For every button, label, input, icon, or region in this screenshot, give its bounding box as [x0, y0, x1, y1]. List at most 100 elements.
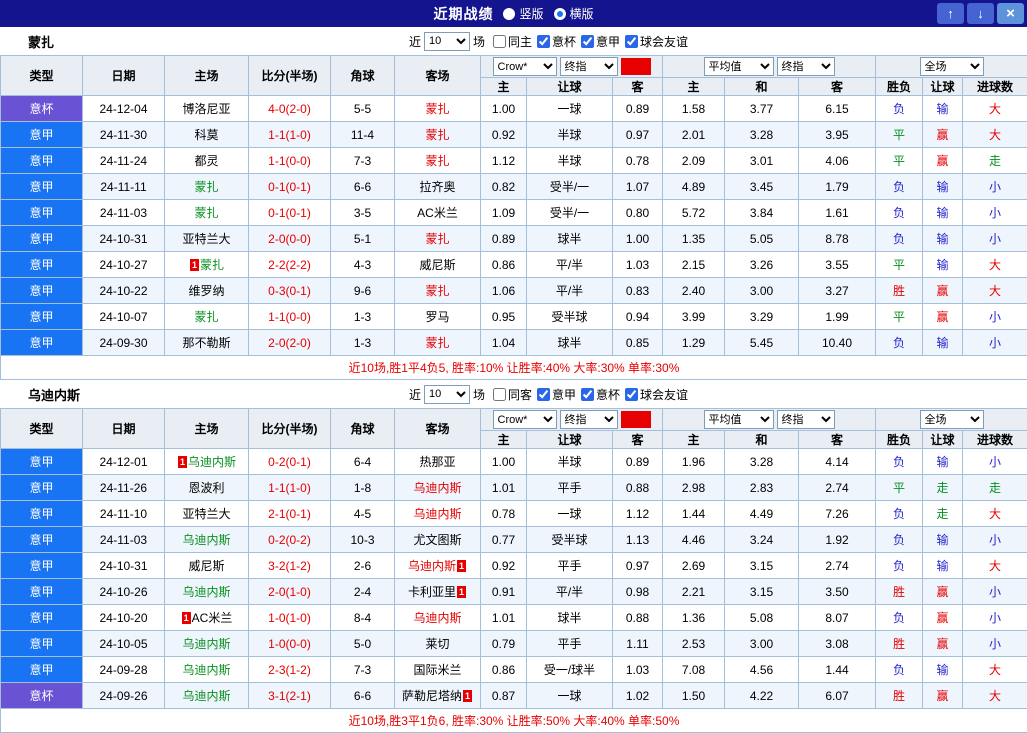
checkbox-input[interactable]	[625, 388, 638, 401]
results-table: 类型 日期 主场 比分(半场) 角球 客场 Crow* 终指 平均值 终指	[0, 55, 1027, 380]
match-row: 意甲24-11-03乌迪内斯0-2(0-2)10-3尤文图斯0.77受半球1.1…	[1, 527, 1027, 553]
match-count-select[interactable]: 10	[424, 385, 470, 404]
ah-line: 受半球	[527, 304, 613, 330]
eu-time-select[interactable]: 终指	[777, 410, 835, 429]
col-score: 比分(半场)	[249, 409, 331, 449]
match-row: 意甲24-11-03蒙扎0-1(0-1)3-5AC米兰1.09受半/一0.805…	[1, 200, 1027, 226]
summary-text: 近10场,胜3平1负6, 胜率:30% 让胜率:50% 大率:40% 单率:50…	[1, 709, 1027, 733]
ah-away-odds: 1.00	[613, 226, 663, 252]
eu-draw-odds: 3.26	[725, 252, 799, 278]
match-date: 24-09-26	[83, 683, 165, 709]
eu-draw-odds: 2.83	[725, 475, 799, 501]
home-team: 博洛尼亚	[165, 96, 249, 122]
layout-radio-option[interactable]: 竖版	[503, 5, 543, 22]
match-score: 0-2(0-2)	[249, 527, 331, 553]
eu-away-odds: 6.15	[799, 96, 876, 122]
filter-checkbox[interactable]: 意杯	[581, 386, 620, 403]
match-date: 24-12-01	[83, 449, 165, 475]
filter-checkbox[interactable]: 同主	[493, 33, 532, 50]
ah-time-select[interactable]: 终指	[560, 410, 618, 429]
filter-checkbox[interactable]: 球会友谊	[625, 386, 688, 403]
ah-time-select[interactable]: 终指	[560, 57, 618, 76]
filter-checkbox[interactable]: 球会友谊	[625, 33, 688, 50]
away-team: 莱切	[395, 631, 481, 657]
league-type: 意甲	[1, 200, 83, 226]
handicap-result: 输	[923, 96, 963, 122]
ah-away-odds: 0.80	[613, 200, 663, 226]
eu-company-select[interactable]: 平均值	[704, 57, 774, 76]
filter-checkbox[interactable]: 同客	[493, 386, 532, 403]
ah-company-select[interactable]: Crow*	[493, 57, 557, 76]
eu-company-select[interactable]: 平均值	[704, 410, 774, 429]
scope-select[interactable]: 全场	[920, 410, 984, 429]
ah-home-odds: 1.06	[481, 278, 527, 304]
scope-select[interactable]: 全场	[920, 57, 984, 76]
results-tbody-1: 意甲24-12-011乌迪内斯0-2(0-1)6-4热那亚1.00半球0.891…	[1, 449, 1027, 709]
filter-checkbox[interactable]: 意甲	[581, 33, 620, 50]
eu-away-odds: 8.78	[799, 226, 876, 252]
radio-icon[interactable]	[554, 8, 566, 20]
layout-radio-option[interactable]: 横版	[554, 5, 594, 22]
checkbox-input[interactable]	[493, 388, 506, 401]
eu-home-odds: 1.96	[663, 449, 725, 475]
handicap-result: 赢	[923, 122, 963, 148]
ah-line: 平手	[527, 631, 613, 657]
ah-line: 受半球	[527, 527, 613, 553]
match-count-select[interactable]: 10	[424, 32, 470, 51]
titlebar-buttons: ↑ ↓ ×	[937, 3, 1024, 24]
filter-checkbox[interactable]: 意甲	[537, 386, 576, 403]
col-ah-away: 客	[613, 431, 663, 449]
handicap-result: 赢	[923, 148, 963, 174]
eu-time-select[interactable]: 终指	[777, 57, 835, 76]
ah-away-odds: 1.03	[613, 657, 663, 683]
radio-icon[interactable]	[503, 8, 515, 20]
filter-checkbox[interactable]: 意杯	[537, 33, 576, 50]
handicap-result: 输	[923, 553, 963, 579]
eu-home-odds: 2.40	[663, 278, 725, 304]
col-ah-line: 让球	[527, 431, 613, 449]
corner-count: 6-6	[331, 174, 395, 200]
goals-result: 大	[963, 501, 1027, 527]
match-score: 2-0(0-0)	[249, 226, 331, 252]
eu-home-odds: 4.89	[663, 174, 725, 200]
checkbox-input[interactable]	[537, 35, 550, 48]
handicap-result: 走	[923, 475, 963, 501]
move-up-button[interactable]: ↑	[937, 3, 964, 24]
away-team: 蒙扎	[395, 148, 481, 174]
ah-away-odds: 1.02	[613, 683, 663, 709]
handicap-result: 输	[923, 657, 963, 683]
win-loss-result: 负	[876, 657, 923, 683]
ah-line: 平/半	[527, 278, 613, 304]
col-goals: 进球数	[963, 78, 1027, 96]
eu-draw-odds: 5.45	[725, 330, 799, 356]
league-type: 意甲	[1, 148, 83, 174]
summary-row: 近10场,胜3平1负6, 胜率:30% 让胜率:50% 大率:40% 单率:50…	[1, 709, 1027, 733]
ah-company-select[interactable]: Crow*	[493, 410, 557, 429]
home-team: 乌迪内斯	[165, 579, 249, 605]
radio-label[interactable]: 竖版	[519, 5, 543, 22]
checkbox-input[interactable]	[493, 35, 506, 48]
red-card-badge: 1	[457, 560, 466, 572]
team-name-text: 萨勒尼塔纳	[402, 689, 462, 703]
col-eu-home: 主	[663, 78, 725, 96]
summary-row: 近10场,胜1平4负5, 胜率:10% 让胜率:40% 大率:30% 单率:30…	[1, 356, 1027, 380]
checkbox-input[interactable]	[581, 388, 594, 401]
close-button[interactable]: ×	[997, 3, 1024, 24]
col-result: 胜负	[876, 431, 923, 449]
team-name-text: 那不勒斯	[182, 336, 230, 350]
radio-label[interactable]: 横版	[570, 5, 594, 22]
move-down-button[interactable]: ↓	[967, 3, 994, 24]
checkbox-input[interactable]	[581, 35, 594, 48]
checkbox-input[interactable]	[537, 388, 550, 401]
league-type: 意甲	[1, 605, 83, 631]
goals-result: 小	[963, 330, 1027, 356]
team-name: 乌迪内斯	[28, 385, 80, 404]
team-name-text: 乌迪内斯	[182, 689, 230, 703]
ah-home-odds: 0.78	[481, 501, 527, 527]
goals-result: 小	[963, 304, 1027, 330]
red-card-badge: 1	[190, 259, 199, 271]
checkbox-input[interactable]	[625, 35, 638, 48]
home-team: 乌迪内斯	[165, 631, 249, 657]
win-loss-result: 平	[876, 122, 923, 148]
handicap-result: 走	[923, 501, 963, 527]
